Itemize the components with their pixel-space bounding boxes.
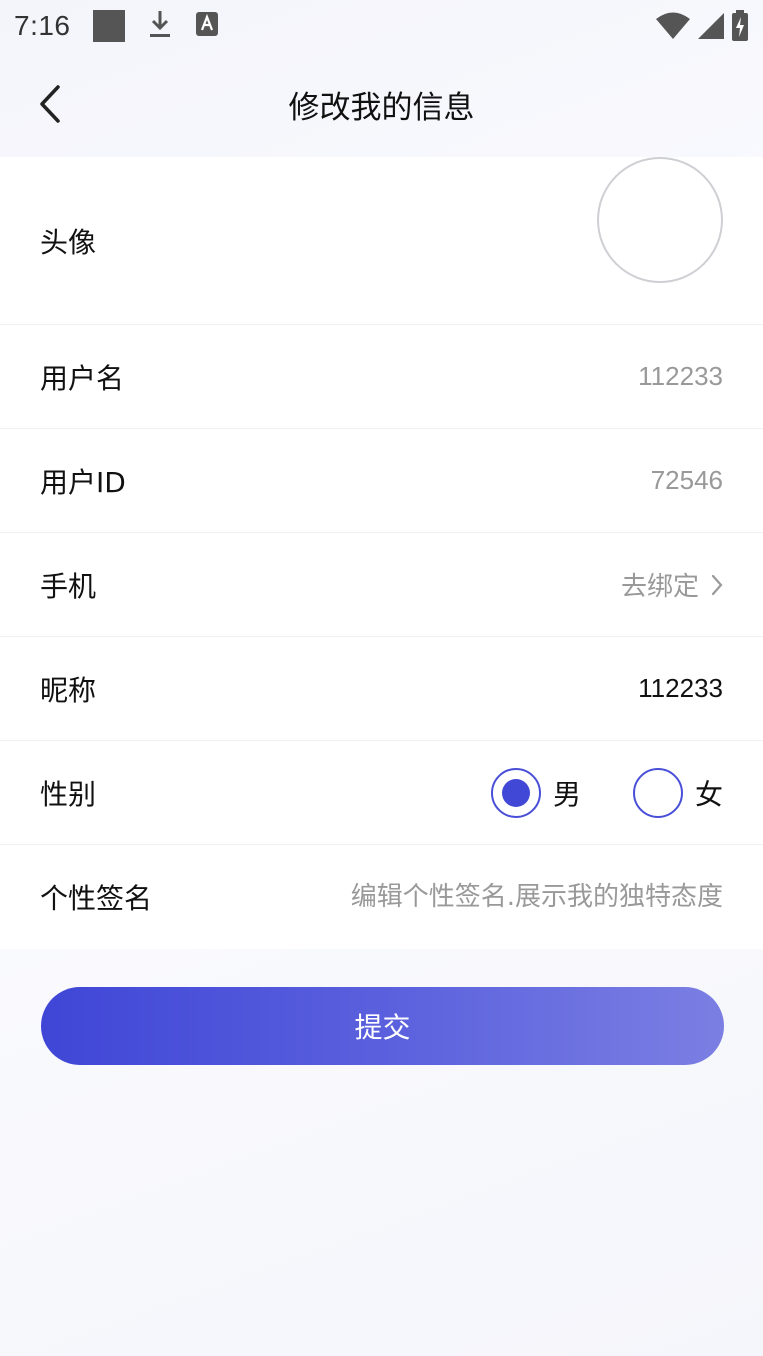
- phone-row[interactable]: 手机 去绑定: [0, 533, 763, 637]
- radio-female[interactable]: [632, 767, 683, 818]
- header: 修改我的信息: [0, 52, 763, 156]
- gender-option-female[interactable]: 女: [632, 767, 723, 818]
- submit-button[interactable]: 提交: [41, 987, 724, 1065]
- profile-form: 头像 用户名 112233 用户ID 72546 手机 去绑定 昵称 11223…: [0, 157, 763, 949]
- gender-row: 性别 男 女: [0, 741, 763, 845]
- a-keyboard-icon: [195, 11, 219, 41]
- page-title: 修改我的信息: [288, 89, 475, 126]
- nickname-label: 昵称: [40, 673, 97, 707]
- gender-label: 性别: [40, 777, 97, 811]
- radio-male[interactable]: [490, 767, 541, 818]
- signature-label: 个性签名: [40, 882, 153, 915]
- avatar-label: 头像: [40, 225, 97, 259]
- wifi-icon: [655, 12, 691, 44]
- user-id-label: 用户ID: [40, 465, 126, 499]
- signature-row: 个性签名: [0, 845, 763, 949]
- chevron-left-icon: [40, 85, 60, 123]
- gender-option-male[interactable]: 男: [490, 767, 581, 818]
- username-row: 用户名 112233: [0, 325, 763, 429]
- status-time: 7:16: [14, 10, 71, 41]
- gender-female-label: 女: [694, 777, 723, 811]
- radio-selected-dot: [501, 778, 530, 807]
- bind-phone-link[interactable]: 去绑定: [621, 566, 723, 603]
- status-bar: 7:16: [0, 0, 763, 52]
- square-icon: [92, 10, 125, 42]
- signal-icon: [697, 12, 725, 44]
- status-right: [655, 10, 749, 46]
- bind-phone-text: 去绑定: [620, 572, 699, 602]
- signature-input[interactable]: [303, 882, 723, 912]
- avatar[interactable]: [597, 157, 723, 283]
- nickname-row[interactable]: 昵称 112233: [0, 637, 763, 741]
- nickname-value[interactable]: 112233: [638, 673, 723, 704]
- chevron-right-icon: [711, 574, 723, 595]
- avatar-row[interactable]: 头像: [0, 157, 763, 325]
- user-id-value: 72546: [650, 465, 723, 495]
- gender-male-label: 男: [552, 777, 581, 811]
- battery-charging-icon: [731, 10, 749, 46]
- username-label: 用户名: [40, 361, 125, 395]
- back-button[interactable]: [30, 80, 70, 128]
- phone-label: 手机: [40, 569, 97, 603]
- username-value: 112233: [638, 361, 723, 391]
- gender-radio-group: 男 女: [490, 767, 723, 818]
- download-icon: [147, 8, 173, 44]
- user-id-row: 用户ID 72546: [0, 429, 763, 533]
- screen: 7:16 修改我的信息 头像 用户名 112233 用户ID 72546 手机 …: [0, 0, 763, 1356]
